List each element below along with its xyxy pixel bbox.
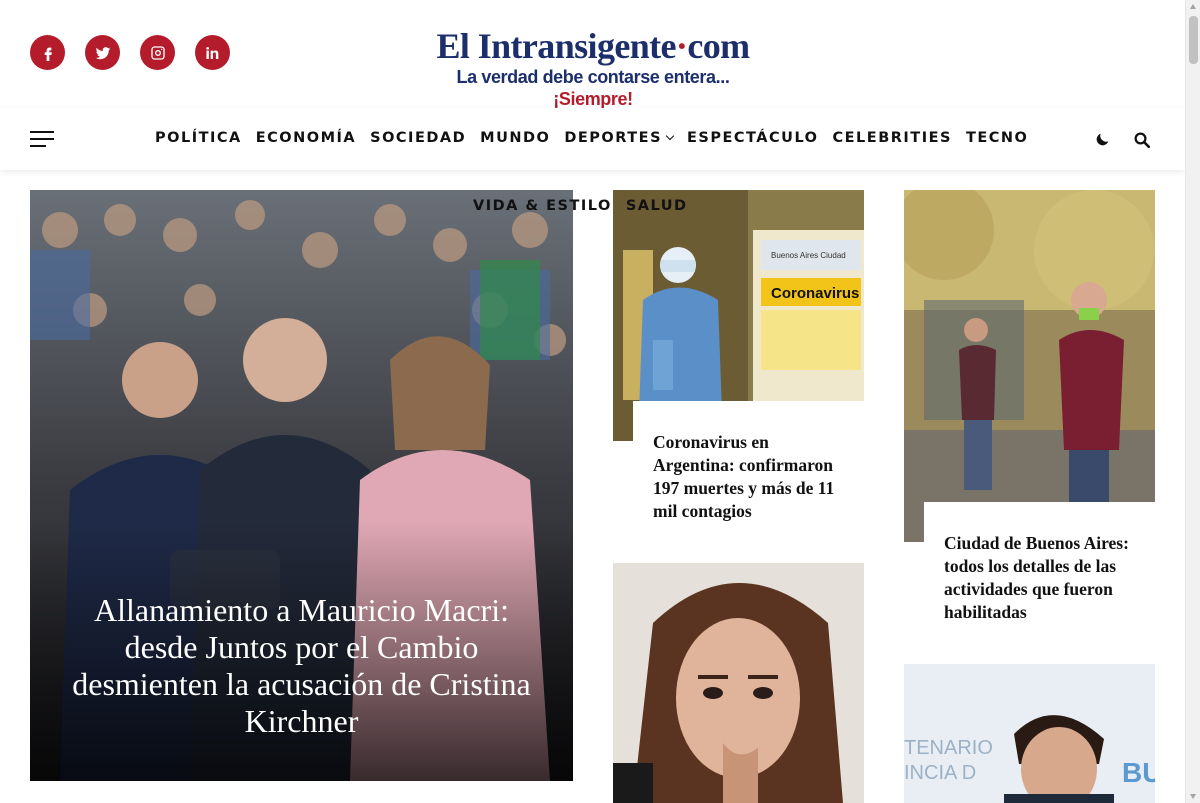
twitter-icon [95,46,110,59]
logo-tagline: La verdad debe contarse entera...¡Siempr… [456,67,730,109]
nav-item-salud[interactable]: SALUD [626,198,688,214]
article-card-image: TENARIO INCIA D BU [904,664,1155,803]
search-icon[interactable] [1133,131,1151,149]
chevron-down-icon [665,131,675,141]
article-card-title: Ciudad de Buenos Aires: todos los detall… [944,533,1129,622]
article-card-caba-image[interactable] [904,190,1155,542]
social-links [30,35,230,70]
nav-item-politica[interactable]: POLÍTICA [155,130,242,146]
article-card-image [904,190,1155,542]
scroll-up-icon[interactable] [1190,4,1196,9]
nav-item-mundo[interactable]: MUNDO [480,130,550,146]
menu-icon[interactable] [30,131,54,147]
article-card-caba[interactable]: Ciudad de Buenos Aires: todos los detall… [924,502,1155,642]
nav-menu: POLÍTICA ECONOMÍA SOCIEDAD MUNDO DEPORTE… [155,130,1042,146]
nav-item-economia[interactable]: ECONOMÍA [256,130,356,146]
instagram-icon [150,45,165,60]
nav-item-tecno[interactable]: TECNO [966,130,1028,146]
nav-item-deportes-label: DEPORTES [564,130,663,146]
facebook-icon [44,47,52,61]
linkedin-icon [205,46,218,59]
featured-article[interactable]: Allanamiento a Mauricio Macri: desde Jun… [30,190,573,781]
featured-article-title: Allanamiento a Mauricio Macri: desde Jun… [72,592,531,739]
twitter-button[interactable] [85,35,120,70]
instagram-button[interactable] [140,35,175,70]
article-card-image [613,563,864,803]
article-card-cfk-image[interactable] [613,563,864,803]
article-card-kicillof-image[interactable]: TENARIO INCIA D BU [904,664,1155,803]
svg-text:BU: BU [1122,757,1155,788]
main-navigation: POLÍTICA ECONOMÍA SOCIEDAD MUNDO DEPORTE… [0,108,1185,170]
dark-mode-icon[interactable] [1095,131,1111,147]
logo-wordmark: El Intransigente·com [436,26,751,66]
svg-text:TENARIO: TENARIO [904,737,993,759]
nav-item-espectaculo[interactable]: ESPECTÁCULO [687,130,818,146]
linkedin-button[interactable] [195,35,230,70]
site-header: El Intransigente·com La verdad debe cont… [0,0,1185,109]
scrollbar-thumb[interactable] [1189,16,1198,64]
article-card-coronavirus[interactable]: Coronavirus en Argentina: confirmaron 19… [633,401,864,531]
nav-menu-row2: VIDA & ESTILO SALUD [473,198,702,214]
svg-text:Buenos Aires Ciudad: Buenos Aires Ciudad [771,251,846,260]
nav-item-vida-estilo[interactable]: VIDA & ESTILO [473,198,612,214]
svg-text:INCIA D: INCIA D [904,762,976,784]
scroll-down-icon[interactable] [1190,794,1196,799]
article-card-title: Coronavirus en Argentina: confirmaron 19… [653,432,835,521]
nav-item-celebrities[interactable]: CELEBRITIES [833,130,952,146]
nav-item-deportes[interactable]: DEPORTES [564,130,675,146]
page-scrollbar[interactable] [1185,0,1200,803]
svg-text:Coronavirus: Coronavirus [771,285,859,302]
site-logo[interactable]: El Intransigente·com La verdad debe cont… [418,26,768,109]
nav-item-sociedad[interactable]: SOCIEDAD [370,130,466,146]
facebook-button[interactable] [30,35,65,70]
